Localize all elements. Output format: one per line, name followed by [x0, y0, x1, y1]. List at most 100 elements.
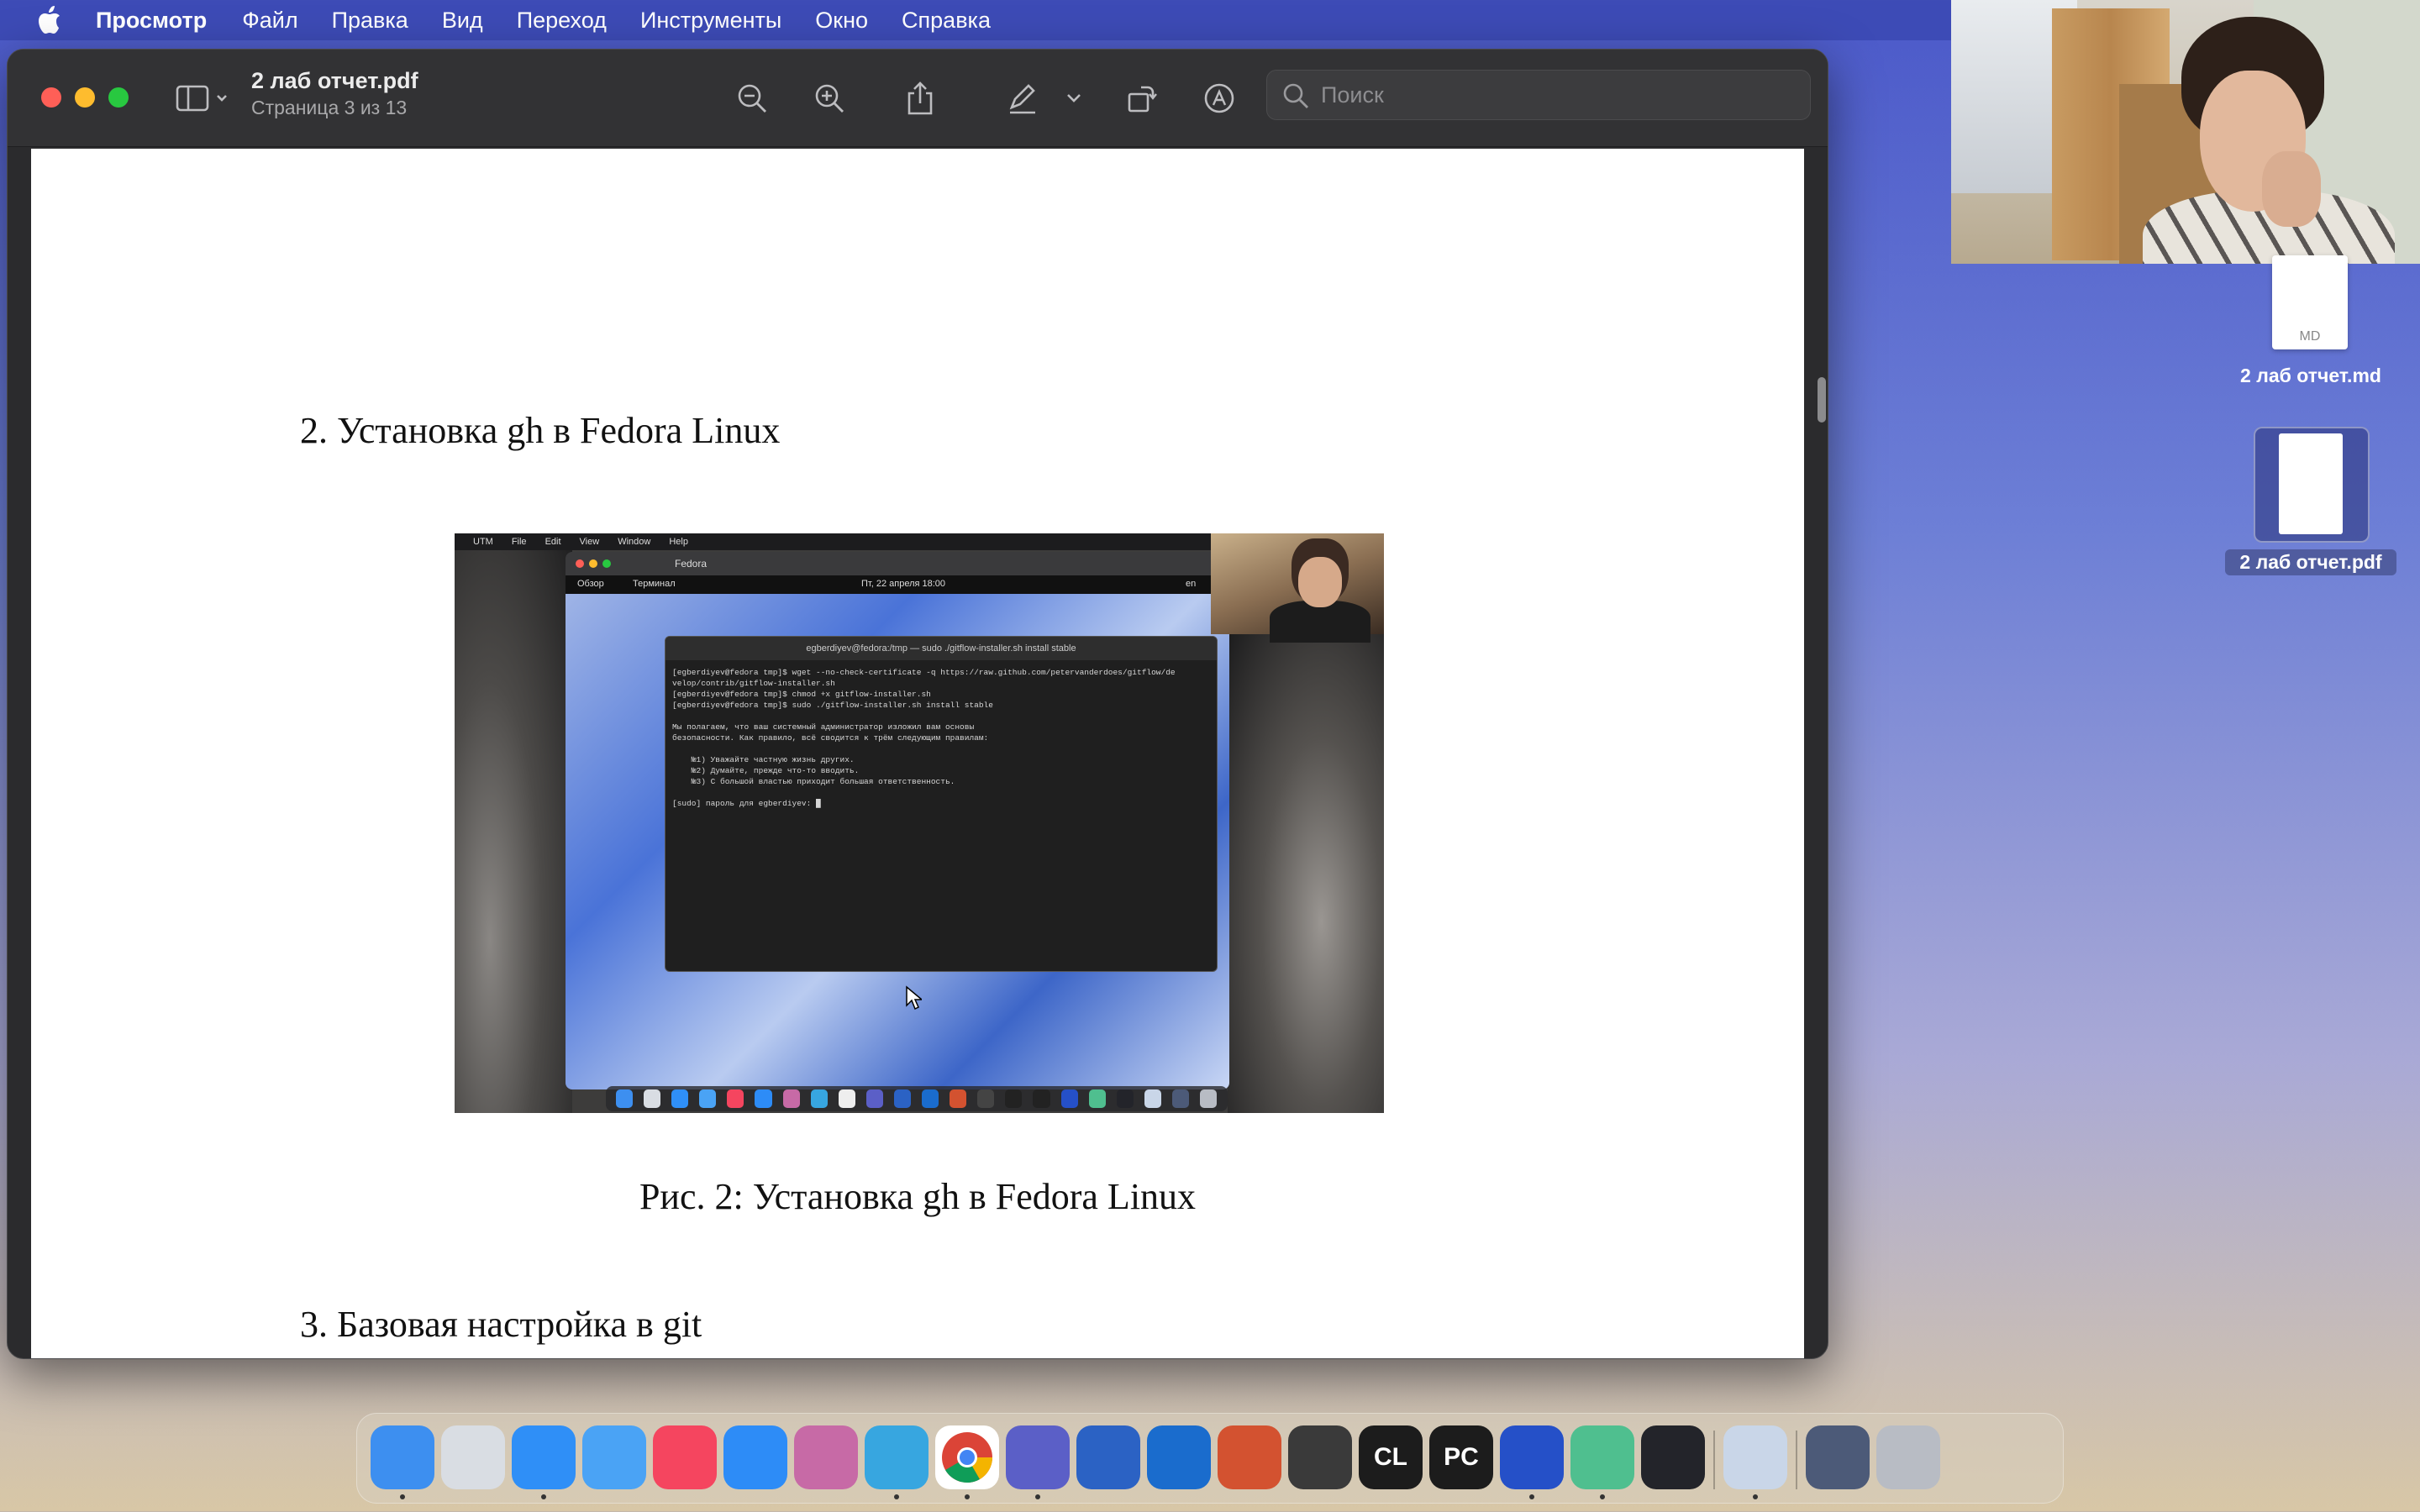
- figure-overview-label: Обзор: [577, 579, 604, 589]
- terminal-line: №2) Думайте, прежде что-то вводить.: [672, 766, 860, 775]
- running-indicator: [400, 1494, 405, 1499]
- annotate-icon[interactable]: [1199, 78, 1239, 118]
- terminal-line: Мы полагаем, что ваш системный администр…: [672, 722, 975, 732]
- figure-gnome-bar: Обзор Терминал Пт, 22 апреля 18:00 en: [566, 575, 1229, 594]
- dock-pycharm-icon[interactable]: PC: [1429, 1425, 1493, 1489]
- dock-music-icon[interactable]: [653, 1425, 717, 1489]
- document-title: 2 лаб отчет.pdf: [251, 68, 418, 93]
- dock: CL PC: [356, 1413, 2064, 1504]
- zoom-out-icon[interactable]: [732, 78, 772, 118]
- zoom-in-icon[interactable]: [809, 78, 850, 118]
- figure-menu-edit: Edit: [544, 537, 561, 547]
- rotate-icon[interactable]: [1122, 78, 1162, 118]
- section-heading-3: 3. Базовая настройка в git: [300, 1304, 702, 1345]
- share-icon[interactable]: [900, 78, 940, 118]
- figure-lang: en: [1186, 579, 1197, 589]
- figure-terminal-title: egberdiyev@fedora:/tmp — sudo ./gitflow-…: [666, 637, 1217, 660]
- dock-separator: [1796, 1431, 1797, 1489]
- figure-terminal-label: Терминал: [633, 579, 676, 589]
- dock-teams-icon[interactable]: [1006, 1425, 1070, 1489]
- figure-dock: [606, 1086, 1228, 1111]
- sidebar-toggle-icon[interactable]: [174, 78, 233, 118]
- dock-utm-icon[interactable]: [1500, 1425, 1564, 1489]
- search-field[interactable]: [1266, 70, 1811, 120]
- figure-menu-view: View: [579, 537, 600, 547]
- dock-finder-icon[interactable]: [371, 1425, 434, 1489]
- figure-rocks-right: [1228, 634, 1384, 1113]
- figure-webcam: [1211, 533, 1384, 643]
- running-indicator: [541, 1494, 546, 1499]
- dock-disk-utility-icon[interactable]: [1288, 1425, 1352, 1489]
- terminal-line: velop/contrib/gitflow-installer.sh: [672, 679, 835, 688]
- figure-terminal-output: [egberdiyev@fedora tmp]$ wget --no-check…: [666, 660, 1217, 816]
- terminal-line: №1) Уважайте частную жизнь других.: [672, 755, 855, 764]
- dock-app-store-icon[interactable]: [723, 1425, 787, 1489]
- dock-outlook-icon[interactable]: [1147, 1425, 1211, 1489]
- figure-menu-window: Window: [618, 537, 651, 547]
- dock-safari-icon[interactable]: [512, 1425, 576, 1489]
- running-indicator: [965, 1494, 970, 1499]
- markup-pen-icon[interactable]: [1002, 78, 1043, 118]
- close-button[interactable]: [41, 87, 61, 108]
- terminal-line: [egberdiyev@fedora tmp]$ chmod +x gitflo…: [672, 690, 931, 699]
- figure-menu-help: Help: [669, 537, 688, 547]
- menu-window[interactable]: Окно: [815, 8, 868, 34]
- section-heading-2: 2. Установка gh в Fedora Linux: [300, 410, 781, 451]
- dock-preview-icon[interactable]: [1723, 1425, 1787, 1489]
- running-indicator: [1753, 1494, 1758, 1499]
- menu-tools[interactable]: Инструменты: [640, 8, 781, 34]
- minimize-button[interactable]: [75, 87, 95, 108]
- terminal-line: безопасности. Как правило, всё сводится …: [672, 733, 989, 743]
- menu-go[interactable]: Переход: [517, 8, 607, 34]
- figure-vm-titlebar: Fedora: [566, 552, 1229, 575]
- dock-clion-icon[interactable]: CL: [1359, 1425, 1423, 1489]
- figure-screenshot: UTM File Edit View Window Help Fedora Об…: [455, 533, 1384, 1113]
- dock-launchpad-icon[interactable]: [441, 1425, 505, 1489]
- preview-window: 2 лаб отчет.pdf Страница 3 из 13 Поиск 2…: [7, 49, 1828, 1359]
- figure-cursor-icon: [906, 985, 922, 1011]
- dock-chrome-icon[interactable]: [935, 1425, 999, 1489]
- menu-app-name[interactable]: Просмотр: [96, 8, 207, 34]
- figure-terminal: egberdiyev@fedora:/tmp — sudo ./gitflow-…: [665, 636, 1218, 972]
- search-icon: [1282, 82, 1309, 109]
- window-toolbar: 2 лаб отчет.pdf Страница 3 из 13: [8, 50, 1828, 147]
- figure-rocks-left: [455, 533, 572, 1113]
- dock-mail-icon[interactable]: [582, 1425, 646, 1489]
- dock-separator: [1713, 1431, 1715, 1489]
- dock-downloads-icon[interactable]: [1806, 1425, 1870, 1489]
- running-indicator: [894, 1494, 899, 1499]
- dock-obs-icon[interactable]: [1641, 1425, 1705, 1489]
- terminal-line: [egberdiyev@fedora tmp]$ wget --no-check…: [672, 668, 1176, 677]
- scrollbar-thumb[interactable]: [1818, 377, 1826, 423]
- desktop-file-md-label: 2 лаб отчет.md: [2240, 365, 2381, 386]
- dock-telegram-icon[interactable]: [865, 1425, 929, 1489]
- figure-caption: Рис. 2: Установка gh в Fedora Linux: [639, 1176, 1197, 1217]
- menu-help[interactable]: Справка: [902, 8, 991, 34]
- scrollbar[interactable]: [1814, 149, 1826, 1358]
- menu-edit[interactable]: Правка: [332, 8, 408, 34]
- terminal-line: №3) С большой властью приходит большая о…: [672, 777, 955, 786]
- menu-view[interactable]: Вид: [442, 8, 483, 34]
- search-input[interactable]: [1321, 71, 1791, 119]
- chevron-down-icon[interactable]: [1061, 78, 1086, 118]
- figure-vm-title: Fedora: [675, 558, 708, 570]
- running-indicator: [1529, 1494, 1534, 1499]
- figure-clock: Пт, 22 апреля 18:00: [861, 579, 946, 589]
- fullscreen-button[interactable]: [108, 87, 129, 108]
- desktop-file-pdf-label: 2 лаб отчет.pdf: [2225, 549, 2396, 575]
- dock-powerpoint-icon[interactable]: [1218, 1425, 1281, 1489]
- dock-trash-icon[interactable]: [1876, 1425, 1940, 1489]
- page-indicator: Страница 3 из 13: [251, 97, 408, 118]
- running-indicator: [1600, 1494, 1605, 1499]
- figure-menu-utm: UTM: [473, 537, 493, 547]
- dock-zettlr-icon[interactable]: [1570, 1425, 1634, 1489]
- apple-icon[interactable]: [34, 5, 64, 35]
- menu-file[interactable]: Файл: [242, 8, 297, 34]
- terminal-line: [egberdiyev@fedora tmp]$ sudo ./gitflow-…: [672, 701, 993, 710]
- dock-word-icon[interactable]: [1076, 1425, 1140, 1489]
- dock-gitbook-icon[interactable]: [794, 1425, 858, 1489]
- markdown-file-icon: MD: [2272, 255, 2348, 349]
